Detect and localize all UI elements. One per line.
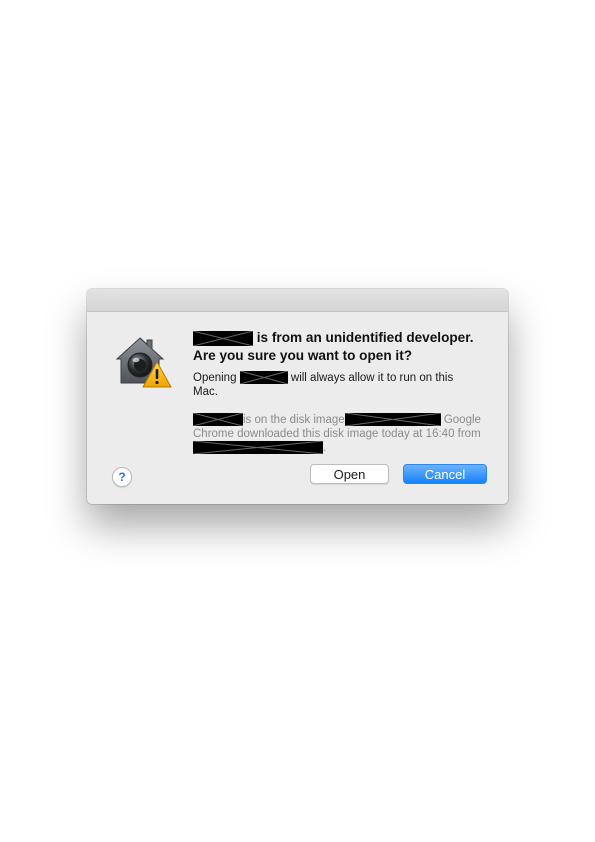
headline-line2: Are you sure you want to open it? <box>193 348 413 363</box>
dialog-content: is from an unidentified developer. Are y… <box>193 329 493 455</box>
help-button[interactable]: ? <box>112 467 132 487</box>
redacted-download-url <box>193 441 323 455</box>
security-alert-dialog: is from an unidentified developer. Are y… <box>87 289 508 504</box>
dialog-titlebar <box>87 289 508 312</box>
gatekeeper-warning-icon <box>113 331 173 391</box>
cancel-button[interactable]: Cancel <box>403 464 487 484</box>
dialog-headline: is from an unidentified developer. Are y… <box>193 329 493 365</box>
detail-disk-image-text: is on the disk image <box>243 414 345 426</box>
dialog-detail: is on the disk image Google Chrome downl… <box>193 413 483 455</box>
headline-line1: is from an unidentified developer. <box>256 330 474 345</box>
page: is from an unidentified developer. Are y… <box>0 0 595 842</box>
redacted-app-name <box>193 413 243 427</box>
question-mark-icon: ? <box>118 470 126 484</box>
detail-end: . <box>323 442 327 454</box>
redacted-disk-image-name <box>344 413 441 427</box>
open-button[interactable]: Open <box>310 464 389 484</box>
redacted-app-name <box>193 330 253 346</box>
dialog-message: Opening will always allow it to run on t… <box>193 371 473 399</box>
message-prefix: Opening <box>193 372 237 384</box>
redacted-app-name <box>239 371 288 385</box>
